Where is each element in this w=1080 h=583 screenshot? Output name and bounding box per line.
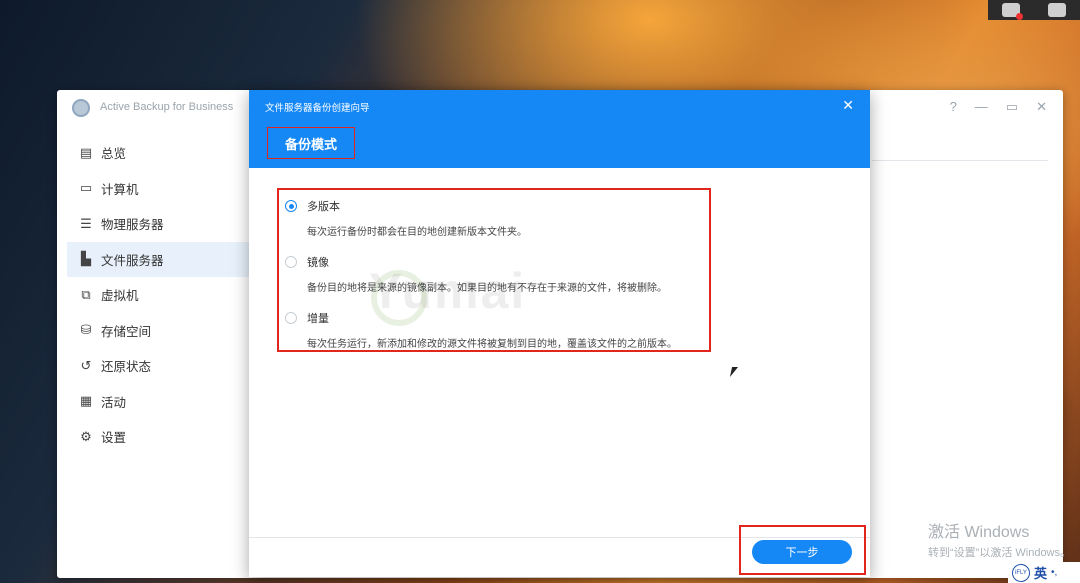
option-description: 每次运行备份时都会在目的地创建新版本文件夹。 [307,227,527,238]
help-icon[interactable]: ? [950,99,957,115]
option-label: 多版本 [307,201,340,213]
next-button-highlight: 下一步 [739,525,866,575]
sidebar-item-label: 存储空间 [101,324,152,339]
activation-hint: 转到“设置”以激活 Windows。 [928,547,1072,559]
notification-dot [1016,13,1023,20]
close-window-icon[interactable]: ✕ [1036,99,1047,115]
file-server-icon: ▙ [81,251,91,267]
minimize-icon[interactable]: — [975,99,988,115]
option-label: 增量 [307,313,329,325]
next-button[interactable]: 下一步 [752,540,852,564]
activation-title: 激活 Windows [928,524,1030,541]
sidebar-item-label: 物理服务器 [101,218,164,233]
ime-logo-icon: iFLY [1012,563,1030,582]
server-icon: ☰ [80,215,92,231]
computer-icon: ▭ [79,180,93,196]
close-icon[interactable]: ✕ [842,97,854,114]
sidebar-item-label: 活动 [101,395,127,410]
windows-activation-notice: 激活 Windows 转到“设置”以激活 Windows。 [928,518,1071,560]
activity-icon: ▦ [79,393,93,409]
sidebar-item-label: 计算机 [101,182,139,197]
dialog-header: 文件服务器备份创建向导 ✕ 备份模式 [249,90,870,168]
radio-mirror[interactable] [285,256,297,268]
divider [872,160,1048,161]
option-description: 每次任务运行，新添加和修改的源文件将被复制到目的地，覆盖该文件的之前版本。 [307,339,677,350]
sidebar-item-label: 文件服务器 [101,253,164,268]
sidebar-item-label: 还原状态 [101,360,152,375]
maximize-icon[interactable]: ▭ [1006,99,1018,115]
ime-indicator[interactable]: iFLY 英 •, [1008,562,1080,583]
sidebar-item-label: 设置 [101,431,127,446]
ime-language[interactable]: 英 [1034,563,1047,582]
window-title: Active Backup for Business [100,101,234,113]
virtual-machine-icon: ⧉ [81,286,91,302]
radio-multi-version[interactable] [285,200,297,212]
window-controls: ? — ▭ ✕ [950,99,1047,115]
system-tray [988,0,1080,20]
ime-punctuation-icon[interactable]: •, [1051,567,1057,578]
backup-mode-options: 多版本 每次运行备份时都会在目的地创建新版本文件夹。 镜像 备份目的地将是来源的… [277,188,711,352]
radio-incremental[interactable] [285,312,297,324]
gear-icon: ⚙ [80,428,92,444]
app-logo-icon [72,99,90,117]
section-title: 备份模式 [267,127,355,159]
dialog-title: 文件服务器备份创建向导 [265,103,370,114]
backup-wizard-dialog: 文件服务器备份创建向导 ✕ 备份模式 Yumai 多版本 每次运行备份时都会在目… [249,90,870,577]
sidebar-item-label: 虚拟机 [101,289,139,304]
chat-icon[interactable] [1002,3,1023,20]
option-description: 备份目的地将是来源的镜像副本。如果目的地有不存在于来源的文件，将被删除。 [307,283,667,294]
overview-icon: ▤ [79,144,93,160]
option-label: 镜像 [307,257,329,269]
storage-icon: ⛁ [80,322,92,338]
sidebar-item-label: 总览 [101,147,127,162]
restore-icon: ↺ [80,357,92,373]
user-icon[interactable] [1048,3,1066,17]
